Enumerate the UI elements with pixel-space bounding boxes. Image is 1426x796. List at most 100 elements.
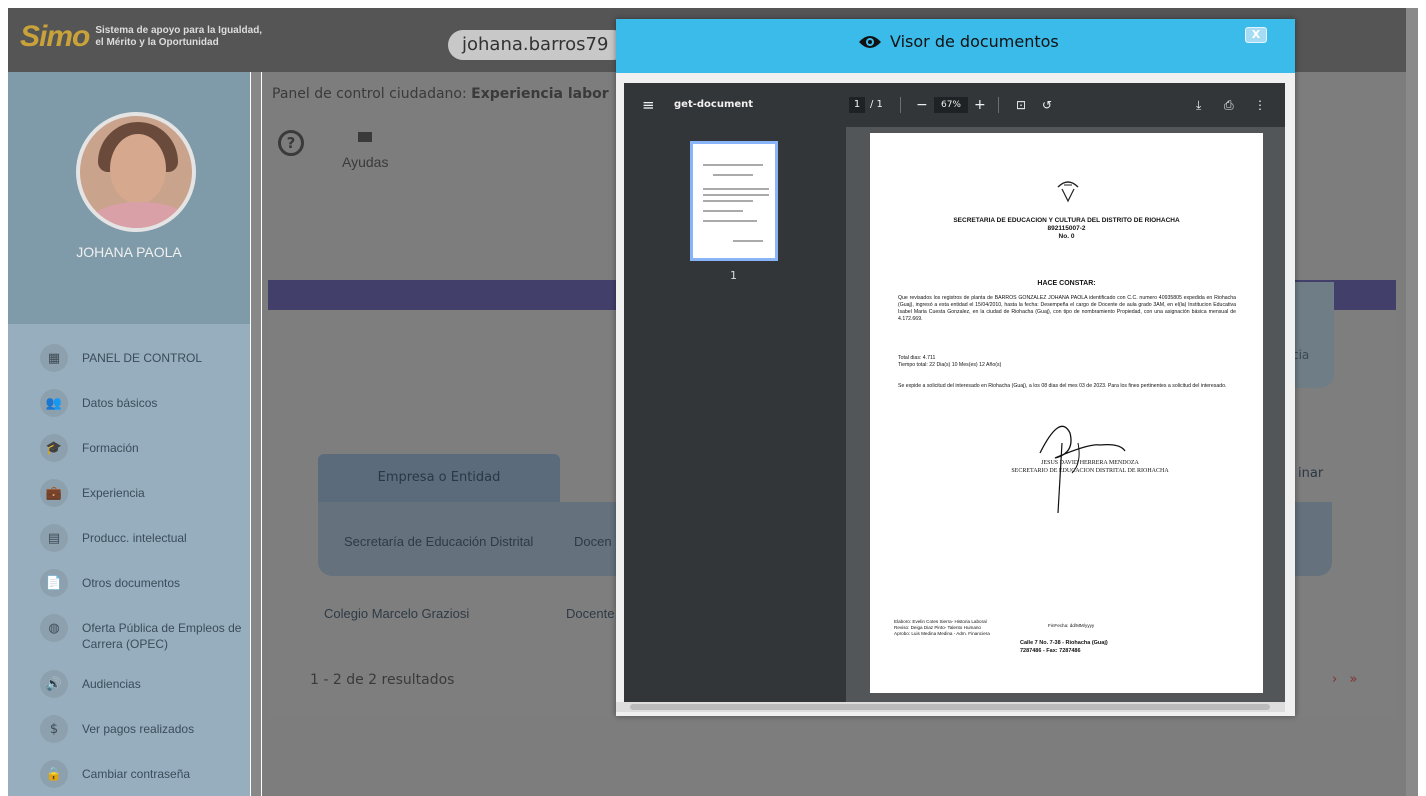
document-viewer-modal: Visor de documentos X ≡ get-document 1 /… [616,19,1295,716]
sidebar-item-label: Datos básicos [82,396,158,410]
table-cell-cargo: Docente [566,606,615,621]
pdf-doc-name: get-document [674,99,754,110]
page-thumbnail[interactable] [690,141,778,261]
crest-icon [1057,181,1079,203]
document-issuer: SECRETARIA DE EDUCACION Y CULTURA DEL DI… [953,217,1180,224]
pdf-viewer: ≡ get-document 1 / 1 − 67% + ⊡ ↺ ⤓ ⎙ ⋮ 1… [624,83,1285,702]
footer-address: Calle 7 No. 7-38 - Riohacha (Guaj) 72874… [1020,639,1108,655]
breadcrumb: Panel de control ciudadano: Experiencia … [272,86,609,102]
menu-icon[interactable]: ≡ [642,83,655,127]
pdf-toolbar: ≡ get-document 1 / 1 − 67% + ⊡ ↺ ⤓ ⎙ ⋮ [624,83,1285,127]
username-box[interactable]: johana.barros79 [448,30,628,60]
sidebar-item-panel-de-control[interactable]: ▦ PANEL DE CONTROL [8,344,250,389]
zoom-out-icon[interactable]: − [916,83,928,127]
modal-body: ≡ get-document 1 / 1 − 67% + ⊡ ↺ ⤓ ⎙ ⋮ 1… [616,73,1295,716]
table-cell-empresa: Secretaría de Educación Distrital [344,534,534,549]
sidebar-item-label: Cambiar contraseña [82,767,191,781]
modal-header: Visor de documentos X [616,19,1295,73]
people-icon: 👥 [40,389,68,417]
logo-subtitle: Sistema de apoyo para la Igualdad, el Mé… [95,25,262,49]
breadcrumb-section: Experiencia labor [471,86,609,102]
breadcrumb-prefix: Panel de control ciudadano: [272,86,472,102]
logo-text: Simo [20,20,90,53]
more-options-icon[interactable]: ⋮ [1254,83,1266,127]
sidebar-item-audiencias[interactable]: 🔊 Audiencias [8,670,250,715]
sidebar-item-label: Otros documentos [82,576,181,590]
hace-constar-heading: HACE CONSTAR: [1037,280,1096,287]
toolbar-divider [998,97,999,113]
signer-block: JESUS DAVID HERRERA MENDOZA SECRETARIO D… [990,459,1190,475]
document-nit: 892115007-2 [1047,225,1086,232]
column-header-empresa[interactable]: Empresa o Entidad [318,454,560,502]
pdf-vertical-scrollbar[interactable] [1285,73,1295,716]
rotate-icon[interactable]: ↺ [1042,83,1052,127]
dashboard-icon: ▦ [40,344,68,372]
book-icon: ▤ [40,524,68,552]
sidebar-item-label: Experiencia [82,486,145,500]
sidebar-item-produccion-intelectual[interactable]: ▤ Producc. intelectual [8,524,250,569]
sidebar-item-otros-documentos[interactable]: 📄 Otros documentos [8,569,250,614]
pagination-next[interactable]: › » [1332,672,1361,687]
results-count: 1 - 2 de 2 resultados [310,672,455,688]
pdf-horizontal-scrollbar[interactable] [616,702,1285,712]
lock-icon: 🔒 [40,760,68,788]
sidebar: JOHANA PAOLA ▦ PANEL DE CONTROL 👥 Datos … [8,72,250,796]
thumbnail-sidebar: 1 [624,127,846,702]
page-total: / 1 [870,99,883,110]
fit-page-icon[interactable]: ⊡ [1016,83,1026,127]
sidebar-item-label: Ver pagos realizados [82,722,195,736]
sidebar-scrollbar[interactable] [251,72,261,796]
logo-subtitle-line2: el Mérito y la Oportunidad [95,37,219,48]
education-icon: 🎓 [40,434,68,462]
footer-address-line: Calle 7 No. 7-38 - Riohacha (Guaj) [1020,640,1108,646]
total-time: Tiempo total: 22 Dia(s) 10 Mes(es) 12 Añ… [898,362,1002,368]
document-header: SECRETARIA DE EDUCACION Y CULTURA DEL DI… [870,217,1263,241]
issuance-paragraph: Se expide a solicitud del interesado en … [898,383,1227,389]
sidebar-item-cambiar-contrasena[interactable]: 🔒 Cambiar contraseña [8,760,250,796]
profile-name: JOHANA PAOLA [76,244,182,260]
table-cell-cargo: Docen [574,534,612,549]
profile-panel: JOHANA PAOLA [8,72,250,324]
zoom-in-icon[interactable]: + [974,83,986,127]
pdf-page: SECRETARIA DE EDUCACION Y CULTURA DEL DI… [870,133,1263,693]
sidebar-item-label: PANEL DE CONTROL [82,351,203,365]
certificate-paragraph: Que revisados los registros de planta de… [898,295,1236,322]
avatar [76,112,196,232]
signer-name: JESUS DAVID HERRERA MENDOZA [1041,460,1139,466]
table-cell-empresa: Colegio Marcelo Graziosi [324,606,470,621]
sidebar-menu: ▦ PANEL DE CONTROL 👥 Datos básicos 🎓 For… [8,324,250,796]
page-scrollbar[interactable] [1406,8,1418,796]
modal-title: Visor de documentos [858,31,1059,53]
sidebar-item-datos-basicos[interactable]: 👥 Datos básicos [8,389,250,434]
zoom-input[interactable]: 67% [934,97,968,113]
globe-icon: ◍ [40,614,68,642]
sidebar-item-ver-pagos[interactable]: $ Ver pagos realizados [8,715,250,760]
document-icon: 📄 [40,569,68,597]
sidebar-item-formacion[interactable]: 🎓 Formación [8,434,250,479]
audience-icon: 🔊 [40,670,68,698]
thumbnail-label: 1 [730,269,737,282]
briefcase-icon: 💼 [40,479,68,507]
total-days: Total dias: 4.711 [898,355,936,361]
download-icon[interactable]: ⤓ [1196,83,1201,127]
sidebar-item-opec[interactable]: ◍ Oferta Pública de Empleos de Carrera (… [8,614,250,670]
sidebar-item-label: Producc. intelectual [82,531,187,545]
side-action-card[interactable]: cia [1292,282,1334,388]
dollar-icon: $ [40,715,68,743]
logo[interactable]: Simo Sistema de apoyo para la Igualdad, … [20,20,262,54]
modal-title-text: Visor de documentos [890,32,1059,51]
page-number-input[interactable]: 1 [849,97,865,113]
sidebar-item-experiencia[interactable]: 💼 Experiencia [8,479,250,524]
help-icon[interactable]: ? [278,130,304,156]
footer-date: FinFecha: dd/MM/yyyy [1048,623,1095,628]
video-icon[interactable] [358,132,372,142]
print-icon[interactable]: ⎙ [1224,83,1234,127]
sidebar-item-label: Oferta Pública de Empleos de Carrera (OP… [82,621,242,651]
column-header-eliminar: inar [1298,466,1324,481]
eye-icon [859,36,881,48]
footer-aprobo: Aprobo: Luis Medina Medina - Adm. Financ… [894,631,990,636]
footer-phones: 7287486 - Fax: 7287486 [1020,648,1081,654]
toolbar-divider [900,97,901,113]
close-button[interactable]: X [1245,27,1267,43]
ayudas-label[interactable]: Ayudas [342,154,388,170]
